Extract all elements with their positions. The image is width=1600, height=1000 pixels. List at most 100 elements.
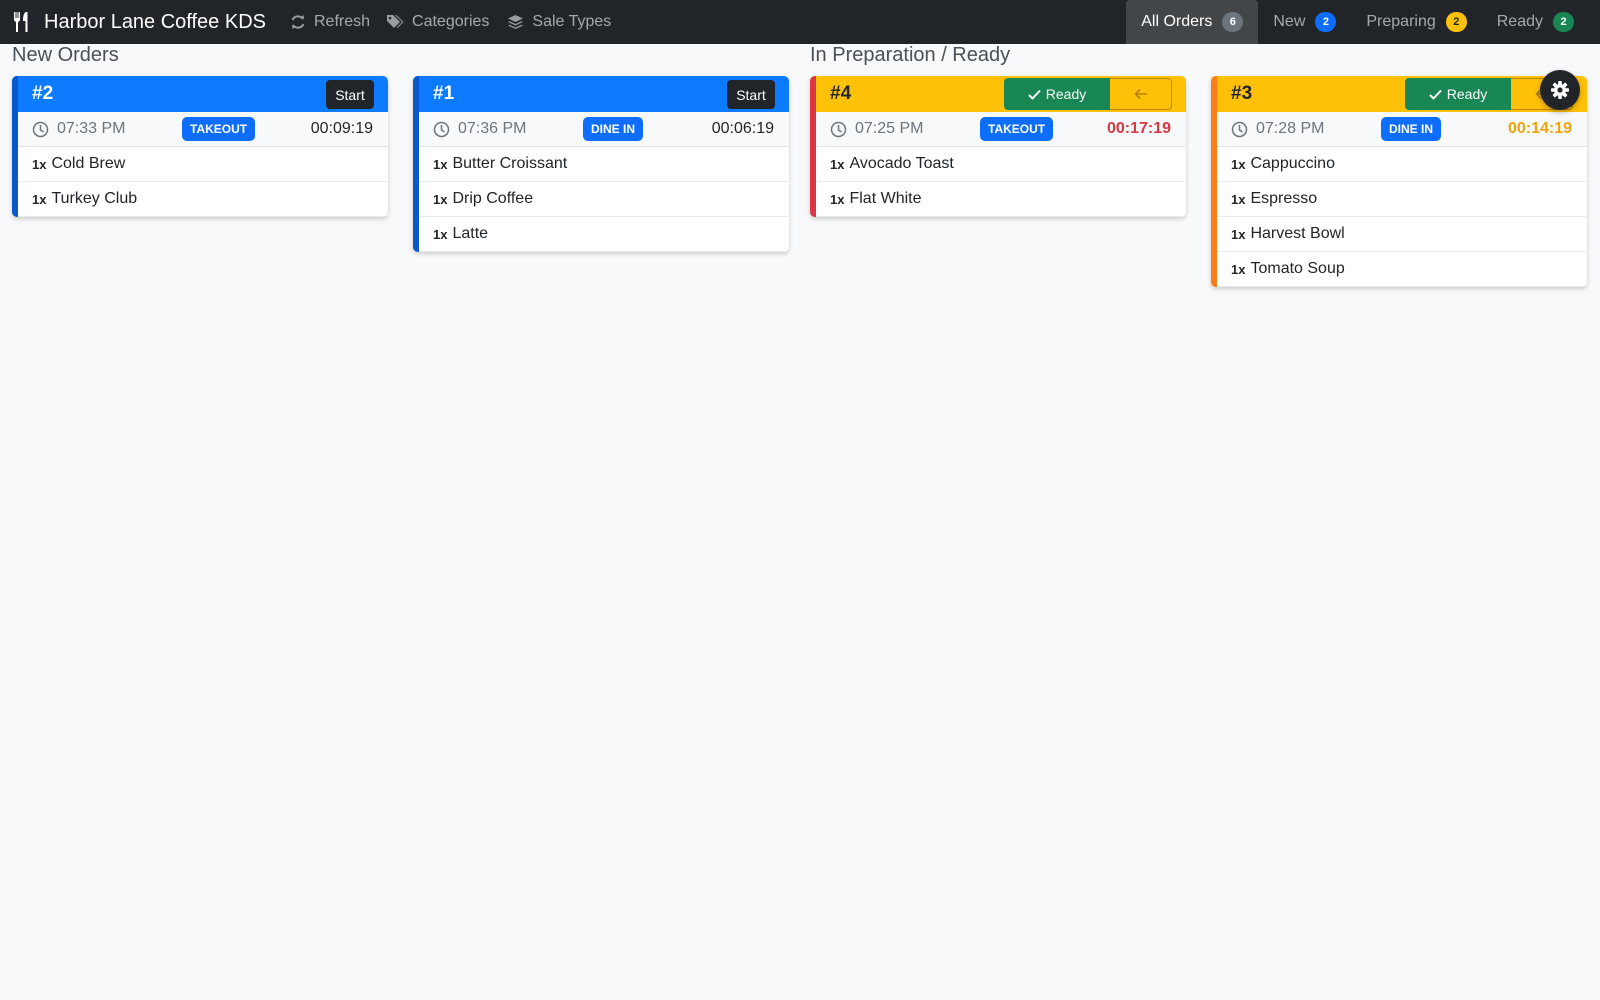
order-card-header: #1 Start (413, 76, 789, 112)
item-name: Flat White (849, 190, 922, 207)
order-card: #3 Ready 07:28 PM DINE IN 00:14:19 1x Cap… (1211, 76, 1587, 287)
app-title: Harbor Lane Coffee KDS (44, 10, 266, 33)
order-time: 07:25 PM (830, 120, 923, 138)
order-number: #3 (1231, 83, 1253, 104)
item-name: Drip Coffee (452, 190, 534, 207)
sale-type-badge: TAKEOUT (980, 117, 1054, 141)
categories-link[interactable]: Categories (386, 0, 489, 44)
sale-types-link[interactable]: Sale Types (507, 0, 611, 44)
utensils-icon (12, 11, 44, 33)
preparing-count-badge: 2 (1445, 12, 1467, 32)
order-item: 1x Drip Coffee (413, 182, 789, 217)
order-number: #2 (32, 83, 54, 104)
order-item: 1x Harvest Bowl (1211, 217, 1587, 252)
item-qty: 1x (1231, 156, 1246, 172)
order-card-header: #3 Ready (1211, 76, 1587, 112)
ready-button-label: Ready (1446, 86, 1488, 102)
new-count-badge: 2 (1315, 12, 1337, 32)
order-number: #1 (433, 83, 455, 104)
item-qty: 1x (433, 226, 448, 242)
all-orders-count-badge: 6 (1222, 12, 1244, 32)
item-name: Turkey Club (51, 190, 138, 207)
order-actions: Ready (1004, 78, 1172, 110)
order-item: 1x Latte (413, 217, 789, 252)
item-name: Espresso (1250, 190, 1318, 207)
order-time: 07:33 PM (32, 120, 125, 138)
clock-icon (830, 121, 855, 138)
order-card: #1 Start 07:36 PM DINE IN 00:06:19 1x But… (413, 76, 789, 252)
check-icon (1429, 89, 1447, 100)
order-item: 1x Flat White (810, 182, 1186, 217)
ready-count-badge: 2 (1553, 12, 1574, 32)
filter-new[interactable]: New 2 (1258, 0, 1351, 44)
elapsed-timer: 00:06:19 (711, 120, 774, 137)
item-qty: 1x (830, 191, 845, 207)
card-accent-stripe (12, 76, 18, 217)
order-card-header: #4 Ready (810, 76, 1186, 112)
card-accent-stripe (1211, 76, 1217, 287)
elapsed-timer: 00:09:19 (310, 120, 373, 137)
order-item: 1x Butter Croissant (413, 147, 789, 182)
item-qty: 1x (433, 156, 448, 172)
filter-preparing[interactable]: Preparing 2 (1351, 0, 1481, 44)
order-filters: All Orders 6 New 2 Preparing 2 Ready 2 (1126, 0, 1600, 44)
item-qty: 1x (32, 191, 47, 207)
filter-ready[interactable]: Ready 2 (1482, 0, 1600, 44)
order-time: 07:36 PM (433, 120, 526, 138)
ready-button[interactable]: Ready (1405, 78, 1511, 110)
layers-icon (507, 14, 532, 30)
filter-ready-label: Ready (1496, 13, 1543, 30)
refresh-label: Refresh (313, 13, 371, 30)
filter-preparing-label: Preparing (1366, 13, 1436, 30)
item-name: Harvest Bowl (1250, 225, 1345, 242)
filter-all-orders[interactable]: All Orders 6 (1126, 0, 1259, 44)
order-item: 1x Avocado Toast (810, 147, 1186, 182)
check-icon (1028, 89, 1046, 100)
item-name: Tomato Soup (1250, 260, 1345, 277)
clock-icon (32, 121, 57, 138)
order-item: 1x Cappuccino (1211, 147, 1587, 182)
order-item: 1x Turkey Club (12, 182, 388, 217)
item-name: Butter Croissant (452, 155, 568, 172)
item-qty: 1x (1231, 261, 1246, 277)
order-time-text: 07:33 PM (57, 120, 126, 137)
top-navbar: Harbor Lane Coffee KDS Refresh Categorie… (0, 0, 1600, 44)
order-item: 1x Tomato Soup (1211, 252, 1587, 287)
sale-type-badge: DINE IN (583, 117, 644, 141)
section-title-new-orders: New Orders (12, 44, 119, 66)
card-accent-stripe (413, 76, 419, 252)
settings-button[interactable] (1540, 70, 1580, 110)
sale-types-label: Sale Types (532, 13, 612, 30)
refresh-link[interactable]: Refresh (290, 0, 370, 44)
order-meta: 07:36 PM DINE IN 00:06:19 (413, 112, 789, 147)
start-button[interactable]: Start (727, 80, 775, 109)
clock-icon (433, 121, 458, 138)
order-item: 1x Cold Brew (12, 147, 388, 182)
brand[interactable]: Harbor Lane Coffee KDS (12, 0, 266, 44)
order-time-text: 07:28 PM (1256, 120, 1325, 137)
item-qty: 1x (1231, 226, 1246, 242)
sale-type-badge: TAKEOUT (182, 117, 256, 141)
ready-button-label: Ready (1045, 86, 1087, 102)
item-qty: 1x (830, 156, 845, 172)
filter-new-label: New (1273, 13, 1306, 30)
clock-icon (1231, 121, 1256, 138)
item-name: Latte (452, 225, 489, 242)
ready-button[interactable]: Ready (1004, 78, 1110, 110)
order-time-text: 07:25 PM (855, 120, 924, 137)
back-button[interactable] (1110, 78, 1172, 110)
elapsed-timer: 00:14:19 (1507, 120, 1572, 137)
order-number: #4 (830, 83, 852, 104)
start-button[interactable]: Start (326, 80, 374, 109)
card-accent-stripe (810, 76, 816, 217)
categories-label: Categories (412, 13, 490, 30)
sale-type-badge: DINE IN (1381, 117, 1442, 141)
arrow-left-icon (1133, 88, 1148, 100)
elapsed-timer: 00:17:19 (1106, 120, 1171, 137)
item-qty: 1x (433, 191, 448, 207)
item-name: Cappuccino (1250, 155, 1335, 172)
item-name: Cold Brew (51, 155, 126, 172)
order-card-header: #2 Start (12, 76, 388, 112)
order-time-text: 07:36 PM (458, 120, 527, 137)
filter-all-orders-label: All Orders (1141, 13, 1213, 30)
